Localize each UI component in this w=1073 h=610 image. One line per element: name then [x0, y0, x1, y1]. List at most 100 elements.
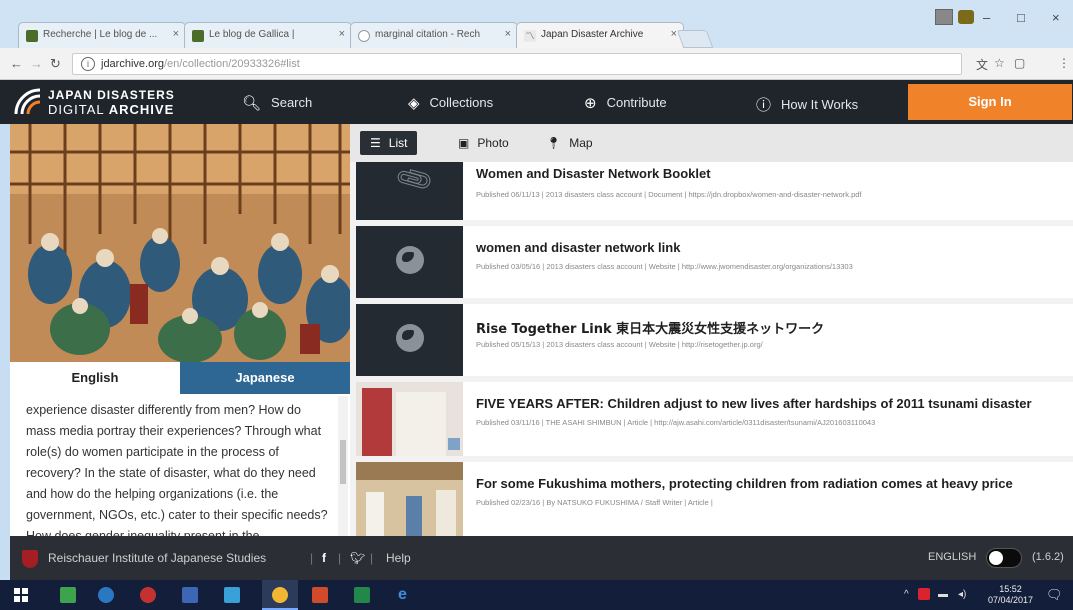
new-tab-button[interactable]: [676, 30, 714, 48]
harvard-shield-icon[interactable]: [22, 550, 38, 568]
volume-icon[interactable]: ◂): [958, 589, 966, 600]
footer-divider: |: [370, 551, 374, 565]
address-bar-row: ← → ↻ i jdarchive.org/en/collection/2093…: [0, 48, 1073, 80]
network-icon[interactable]: ▬: [938, 589, 948, 600]
bookmark-star-icon[interactable]: ☆: [994, 56, 1005, 70]
chrome-icon[interactable]: [272, 587, 288, 603]
item-title[interactable]: FIVE YEARS AFTER: Children adjust to new…: [476, 396, 1032, 411]
nav-collections[interactable]: ◈ Collections: [408, 94, 493, 112]
task-app-icon[interactable]: [224, 587, 240, 603]
browser-tab[interactable]: marginal citation - Rech ×: [350, 22, 518, 48]
forward-arrow-icon[interactable]: →: [30, 56, 43, 71]
list-item[interactable]: FIVE YEARS AFTER: Children adjust to new…: [356, 382, 1073, 456]
item-meta: Published 05/15/13 | 2013 disasters clas…: [476, 340, 763, 349]
tray-chevron-icon[interactable]: ^: [904, 589, 909, 600]
close-window-icon[interactable]: ×: [1052, 10, 1060, 25]
list-item[interactable]: For some Fukushima mothers, protecting c…: [356, 462, 1073, 536]
browser-menu-icon[interactable]: ⋮: [1058, 56, 1070, 70]
view-switcher: ☰ List ▣ Photo 📍︎ Map: [350, 124, 1073, 162]
version-label: (1.6.2): [1032, 551, 1064, 563]
back-arrow-icon[interactable]: ←: [10, 56, 23, 71]
edge-icon[interactable]: e: [398, 587, 414, 603]
jda-logo-icon[interactable]: [14, 88, 42, 116]
tab-english[interactable]: English: [10, 362, 180, 394]
translate-icon[interactable]: 文: [976, 56, 988, 73]
os-taskbar: e ^ ▬ ◂) 15:52 07/04/2017 🗨︎: [0, 580, 1073, 610]
reload-icon[interactable]: ↻: [50, 56, 61, 72]
item-thumbnail[interactable]: 📎︎: [356, 162, 463, 220]
profile-icon[interactable]: [935, 9, 953, 25]
google-favicon-icon: [358, 30, 370, 42]
item-title[interactable]: Women and Disaster Network Booklet: [476, 166, 711, 181]
item-thumbnail[interactable]: [356, 382, 463, 456]
task-app-icon[interactable]: [312, 587, 328, 603]
nav-contribute[interactable]: ⊕ Contribute: [584, 94, 667, 112]
item-thumbnail[interactable]: [356, 462, 463, 536]
tab-map[interactable]: 📍︎ Map: [536, 131, 603, 155]
globe-icon: [396, 246, 424, 274]
item-meta: Published 03/11/16 | THE ASAHI SHIMBUN |…: [476, 418, 876, 427]
paperclip-icon: 📎︎: [392, 162, 437, 201]
list-item[interactable]: 📎︎ Women and Disaster Network Booklet Pu…: [356, 162, 1073, 220]
extension-box-icon[interactable]: ▢: [1014, 56, 1025, 70]
notifications-icon[interactable]: 🗨︎: [1046, 587, 1063, 603]
taskbar-clock[interactable]: 15:52 07/04/2017: [988, 584, 1033, 606]
collection-artwork-image[interactable]: [10, 124, 350, 362]
facebook-icon[interactable]: f: [322, 551, 326, 565]
globe-icon: [396, 324, 424, 352]
nav-search[interactable]: 🔍︎ Search: [242, 94, 312, 112]
collection-info-panel: English Japanese experience disaster dif…: [10, 124, 350, 536]
item-title[interactable]: women and disaster network link: [476, 240, 680, 255]
close-tab-icon[interactable]: ×: [339, 28, 345, 40]
collection-description: experience disaster differently from men…: [26, 403, 328, 536]
item-thumbnail[interactable]: [356, 226, 463, 298]
task-app-icon[interactable]: [140, 587, 156, 603]
task-app-icon[interactable]: [98, 587, 114, 603]
toggle-knob: [989, 551, 1003, 565]
article-photo-image: [356, 382, 463, 456]
list-item[interactable]: Rise Together Link 東日本大震災女性支援ネットワーク Publ…: [356, 304, 1073, 376]
article-photo-image: [356, 462, 463, 536]
task-app-icon[interactable]: [60, 587, 76, 603]
close-tab-icon[interactable]: ×: [173, 28, 179, 40]
search-icon: 🔍︎: [242, 95, 262, 112]
sign-in-button[interactable]: Sign In: [908, 84, 1072, 120]
browser-tab[interactable]: Recherche | Le blog de ... ×: [18, 22, 186, 48]
description-scroll-thumb[interactable]: [340, 440, 346, 484]
item-meta: Published 03/05/16 | 2013 disasters clas…: [476, 262, 853, 271]
browser-tab[interactable]: Le blog de Gallica | ×: [184, 22, 352, 48]
language-toggle[interactable]: [986, 548, 1022, 568]
minimize-icon[interactable]: –: [983, 10, 990, 25]
close-tab-icon[interactable]: ×: [505, 28, 511, 40]
site-header: JAPAN DISASTERS DIGITAL ARCHIVE 🔍︎ Search…: [0, 80, 1073, 124]
url-domain: jdarchive.org: [101, 58, 164, 70]
tab-list[interactable]: ☰ List: [360, 131, 418, 155]
task-app-icon[interactable]: [182, 587, 198, 603]
tab-photo[interactable]: ▣ Photo: [448, 131, 519, 155]
language-label: ENGLISH: [928, 551, 977, 563]
excel-icon[interactable]: [354, 587, 370, 603]
logo-text-bottom: DIGITAL ARCHIVE: [48, 102, 175, 117]
results-list: 📎︎ Women and Disaster Network Booklet Pu…: [350, 162, 1073, 536]
jda-favicon-icon: 〽: [524, 30, 536, 42]
tab-japanese[interactable]: Japanese: [180, 362, 350, 394]
list-item[interactable]: women and disaster network link Publishe…: [356, 226, 1073, 298]
maximize-icon[interactable]: □: [1017, 10, 1025, 25]
page-info-icon[interactable]: i: [81, 57, 95, 71]
plus-circle-icon: ⊕: [584, 95, 597, 112]
twitter-icon[interactable]: 🐦︎: [350, 551, 365, 565]
extension-icon[interactable]: [958, 10, 974, 24]
windows-start-icon[interactable]: [14, 588, 28, 602]
list-icon: ☰: [370, 136, 381, 150]
item-title[interactable]: For some Fukushima mothers, protecting c…: [476, 476, 1013, 491]
footer-institute-link[interactable]: Reischauer Institute of Japanese Studies: [48, 551, 266, 565]
close-tab-icon[interactable]: ×: [671, 28, 677, 40]
map-marker-icon: 📍︎: [546, 136, 562, 150]
nav-how-it-works[interactable]: ⓘ How It Works: [756, 94, 858, 115]
browser-tab-active[interactable]: 〽 Japan Disaster Archive ×: [516, 22, 684, 48]
item-thumbnail[interactable]: [356, 304, 463, 376]
url-input[interactable]: i jdarchive.org/en/collection/20933326#l…: [72, 53, 962, 75]
tray-app-icon[interactable]: [918, 588, 930, 600]
item-title[interactable]: Rise Together Link 東日本大震災女性支援ネットワーク: [476, 318, 824, 337]
footer-help-link[interactable]: Help: [386, 551, 411, 565]
